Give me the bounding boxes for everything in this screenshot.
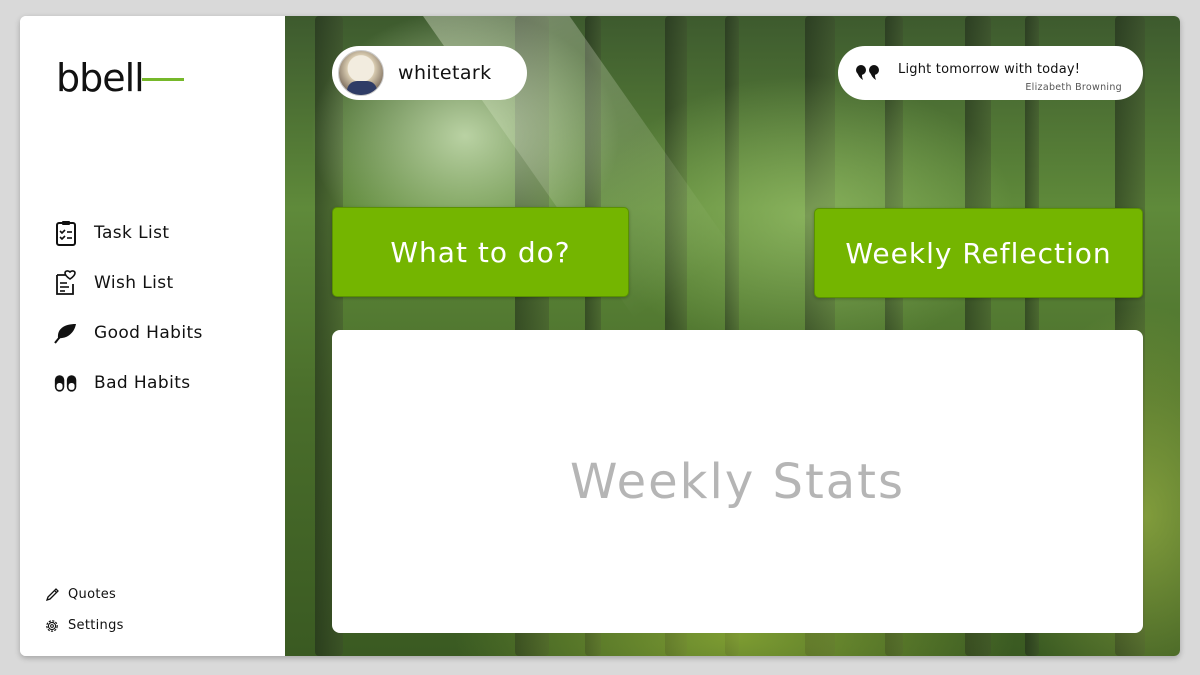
username: whitetark xyxy=(398,62,492,84)
sidebar-item-wish-list[interactable]: Wish List xyxy=(54,258,203,308)
sidebar-item-label: Quotes xyxy=(68,587,117,602)
sidebar: bbell Task List Wish List Good Habits Ba… xyxy=(20,16,285,656)
leaf-icon xyxy=(54,320,78,346)
app-logo[interactable]: bbell xyxy=(56,56,184,100)
quote-author: Elizabeth Browning xyxy=(1025,82,1122,93)
sidebar-item-label: Bad Habits xyxy=(94,373,191,393)
sidebar-item-bad-habits[interactable]: Bad Habits xyxy=(54,358,203,408)
logo-text: bbell xyxy=(56,56,145,100)
main-content: whitetark Light tomorrow with today! Eli… xyxy=(285,16,1180,656)
clipboard-checklist-icon xyxy=(54,220,78,246)
sidebar-item-label: Good Habits xyxy=(94,323,203,343)
sidebar-item-label: Settings xyxy=(68,618,124,633)
gear-icon xyxy=(44,618,60,634)
avatar xyxy=(338,50,384,96)
heart-list-icon xyxy=(54,270,78,296)
weekly-stats-title: Weekly Stats xyxy=(569,453,906,510)
sidebar-nav: Task List Wish List Good Habits Bad Habi… xyxy=(54,208,203,408)
quote-pill[interactable]: Light tomorrow with today! Elizabeth Bro… xyxy=(838,46,1143,100)
sidebar-item-settings[interactable]: Settings xyxy=(44,610,124,641)
quote-mark-icon xyxy=(855,63,883,85)
quote-text: Light tomorrow with today! xyxy=(898,62,1081,77)
sidebar-bottom-nav: Quotes Settings xyxy=(44,579,124,641)
user-profile-pill[interactable]: whitetark xyxy=(332,46,527,100)
sidebar-item-quotes[interactable]: Quotes xyxy=(44,579,124,610)
sidebar-item-label: Task List xyxy=(94,223,170,243)
pencil-icon xyxy=(44,587,60,603)
what-to-do-button[interactable]: What to do? xyxy=(332,207,629,297)
weekly-reflection-button[interactable]: Weekly Reflection xyxy=(814,208,1143,298)
sidebar-item-task-list[interactable]: Task List xyxy=(54,208,203,258)
sidebar-item-label: Wish List xyxy=(94,273,174,293)
weekly-stats-card: Weekly Stats xyxy=(332,330,1143,633)
app-window: bbell Task List Wish List Good Habits Ba… xyxy=(20,16,1180,656)
pills-icon xyxy=(54,370,78,396)
logo-accent-bar xyxy=(142,78,184,81)
sidebar-item-good-habits[interactable]: Good Habits xyxy=(54,308,203,358)
